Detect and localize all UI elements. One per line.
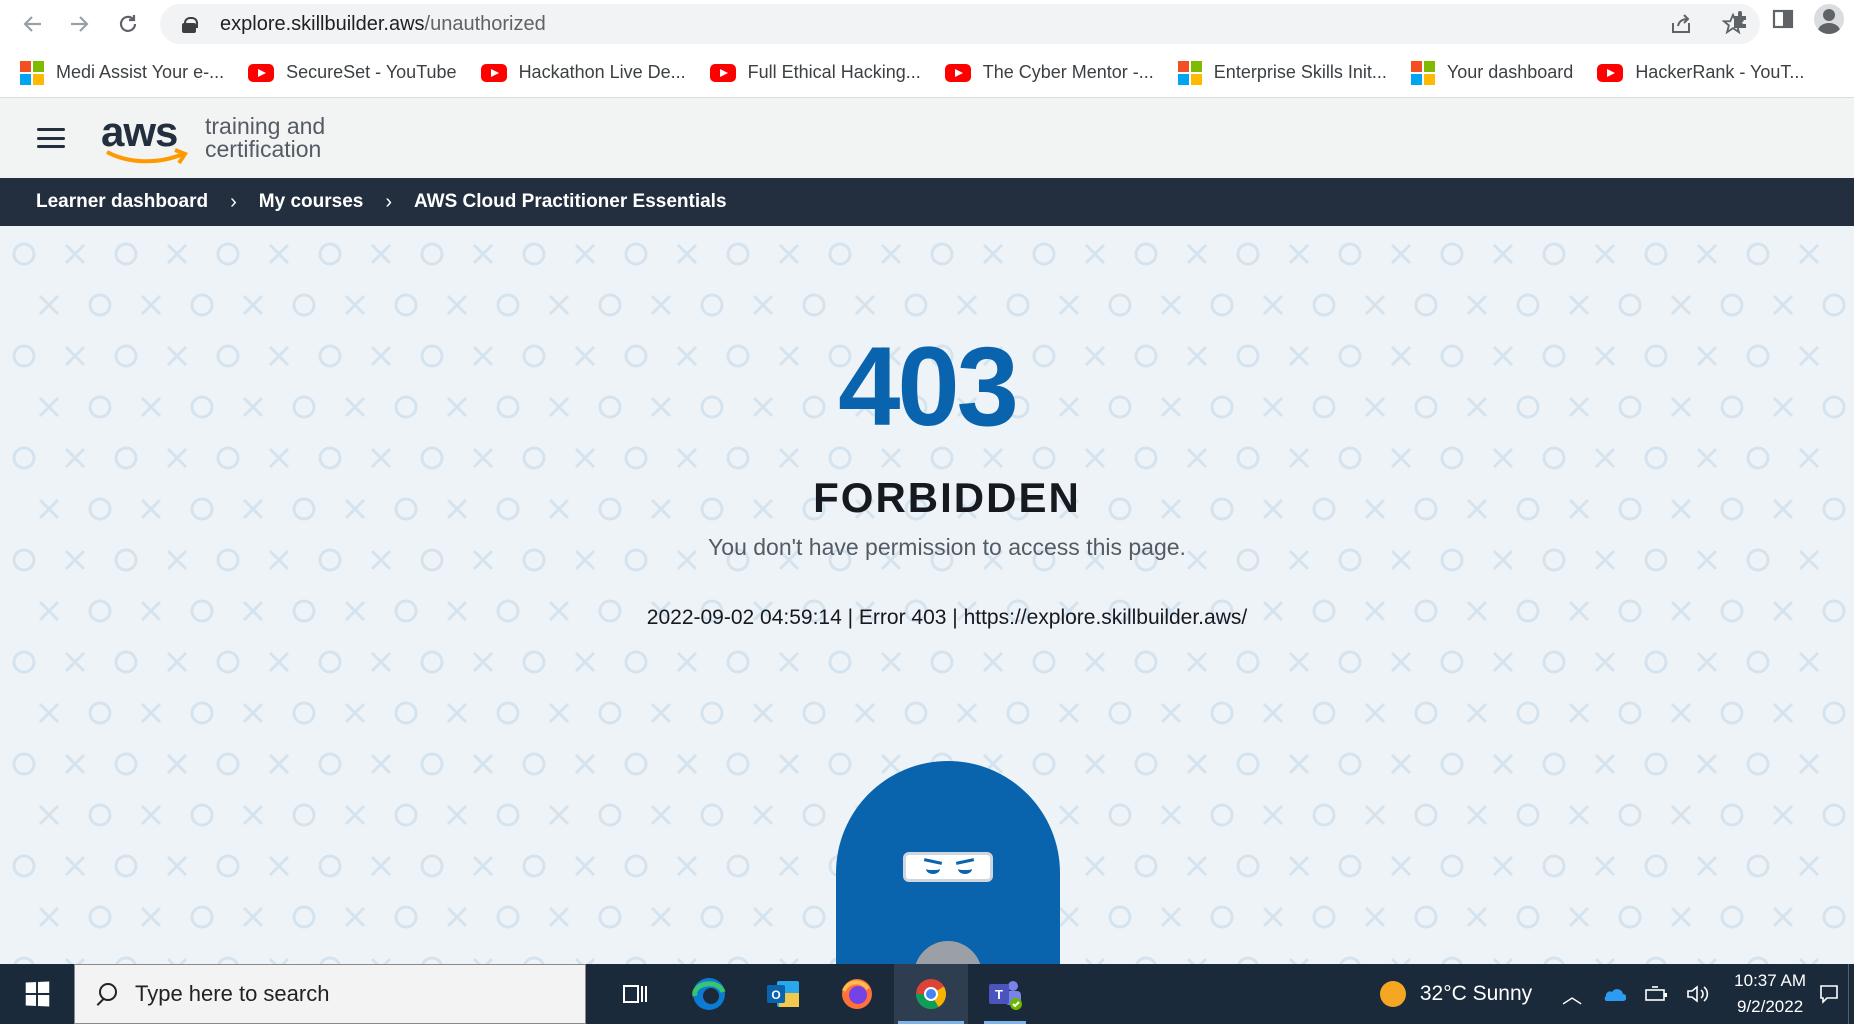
task-view-icon [623, 985, 647, 1003]
taskbar-outlook[interactable]: O [746, 964, 820, 1024]
reload-icon [119, 15, 137, 32]
volume-icon[interactable] [1686, 984, 1710, 1004]
chevron-up-icon[interactable]: ︿ [1562, 980, 1582, 1009]
clock[interactable]: 10:37 AM 9/2/2022 [1734, 968, 1806, 1020]
lock-icon [182, 17, 198, 33]
error-page: 403 FORBIDDEN You don't have permission … [0, 226, 1854, 964]
forward-button[interactable] [60, 4, 100, 44]
arrow-right-icon [71, 16, 89, 32]
show-desktop-button[interactable] [1848, 964, 1854, 1024]
logo-tagline: training and certification [205, 113, 326, 162]
bookmark-item[interactable]: SecureSet - YouTube [248, 62, 457, 83]
bookmark-label: Enterprise Skills Init... [1213, 62, 1387, 82]
extensions-icon[interactable] [1730, 8, 1752, 30]
smile-arrow-icon [106, 148, 189, 165]
chrome-icon [916, 979, 947, 1010]
profile-avatar[interactable] [1814, 4, 1844, 34]
onedrive-icon[interactable] [1600, 986, 1627, 1002]
weather-widget[interactable]: 32°C Sunny [1420, 982, 1532, 1006]
bookmark-label: The Cyber Mentor -... [982, 62, 1154, 82]
taskbar-edge[interactable] [672, 964, 746, 1024]
share-icon[interactable] [1670, 13, 1692, 35]
bookmark-item[interactable]: Hackathon Live De... [480, 62, 686, 83]
youtube-icon [709, 63, 736, 82]
bookmark-item[interactable]: Full Ethical Hacking... [709, 62, 921, 83]
error-detail: 2022-09-02 04:59:14 | Error 403 | https:… [646, 606, 1248, 629]
bookmark-label: SecureSet - YouTube [286, 62, 457, 82]
svg-text:O: O [771, 988, 780, 1002]
breadcrumb-learner-dashboard[interactable]: Learner dashboard [36, 191, 208, 213]
robot-visor [903, 852, 993, 882]
menu-icon[interactable] [37, 128, 65, 148]
youtube-icon [1597, 63, 1624, 82]
site-header: aws training and certification [0, 98, 1854, 178]
bookmarks-bar: Medi Assist Your e-... SecureSet - YouTub… [0, 48, 1854, 98]
breadcrumb-course[interactable]: AWS Cloud Practitioner Essentials [414, 191, 727, 213]
bookmark-label: Medi Assist Your e-... [56, 62, 225, 82]
taskbar: Type here to search O T 32°C Sunny ︿ 10:… [0, 964, 1854, 1024]
firefox-icon [842, 979, 872, 1009]
bookmark-item[interactable]: Enterprise Skills Init... [1177, 60, 1387, 85]
aws-logo[interactable]: aws [101, 108, 191, 168]
svg-text:T: T [995, 987, 1003, 1002]
browser-toolbar: explore.skillbuilder.aws/unauthorized [0, 0, 1854, 48]
reload-button[interactable] [108, 4, 148, 44]
chevron-right-icon: › [385, 190, 392, 213]
bookmark-item[interactable]: Medi Assist Your e-... [20, 60, 225, 85]
robot-knob [914, 941, 982, 964]
system-tray: 32°C Sunny ︿ 10:37 AM 9/2/2022 [1379, 964, 1854, 1024]
taskbar-search[interactable]: Type here to search [74, 964, 586, 1024]
side-panel-icon[interactable] [1772, 8, 1794, 30]
youtube-icon [944, 63, 971, 82]
search-icon [95, 983, 117, 1005]
outlook-icon: O [767, 981, 799, 1007]
error-message: You don't have permission to access this… [708, 534, 1186, 560]
start-button[interactable] [0, 964, 74, 1024]
bookmark-label: Hackathon Live De... [518, 62, 686, 82]
bookmark-item[interactable]: Your dashboard [1410, 60, 1574, 85]
microsoft-icon [20, 60, 44, 85]
bookmark-label: HackerRank - YouT... [1635, 62, 1805, 82]
power-icon[interactable] [1644, 985, 1668, 1003]
edge-icon [692, 978, 726, 1010]
youtube-icon [480, 63, 507, 82]
breadcrumb: Learner dashboard › My courses › AWS Clo… [0, 178, 1854, 226]
bookmark-item[interactable]: HackerRank - YouT... [1597, 62, 1804, 83]
teams-icon: T [989, 981, 1022, 1010]
youtube-icon [248, 63, 275, 82]
microsoft-icon [1177, 60, 1202, 85]
chevron-right-icon: › [230, 190, 237, 213]
taskbar-teams[interactable]: T [968, 964, 1042, 1024]
breadcrumb-my-courses[interactable]: My courses [259, 191, 364, 213]
task-view-button[interactable] [598, 964, 672, 1024]
microsoft-icon [1410, 60, 1435, 85]
taskbar-chrome[interactable] [894, 964, 968, 1024]
windows-icon [25, 981, 50, 1007]
address-bar[interactable]: explore.skillbuilder.aws/unauthorized [160, 4, 1760, 44]
bookmark-item[interactable]: The Cyber Mentor -... [944, 62, 1154, 83]
error-code: 403 [838, 324, 1019, 449]
arrow-left-icon [23, 16, 41, 32]
url-text: explore.skillbuilder.aws/unauthorized [220, 12, 546, 35]
bookmark-label: Full Ethical Hacking... [747, 62, 921, 82]
sun-icon [1379, 981, 1406, 1007]
error-title: FORBIDDEN [813, 474, 1081, 521]
notifications-icon[interactable] [1818, 983, 1840, 1005]
taskbar-firefox[interactable] [820, 964, 894, 1024]
back-button[interactable] [12, 4, 52, 44]
bookmark-label: Your dashboard [1446, 62, 1574, 82]
